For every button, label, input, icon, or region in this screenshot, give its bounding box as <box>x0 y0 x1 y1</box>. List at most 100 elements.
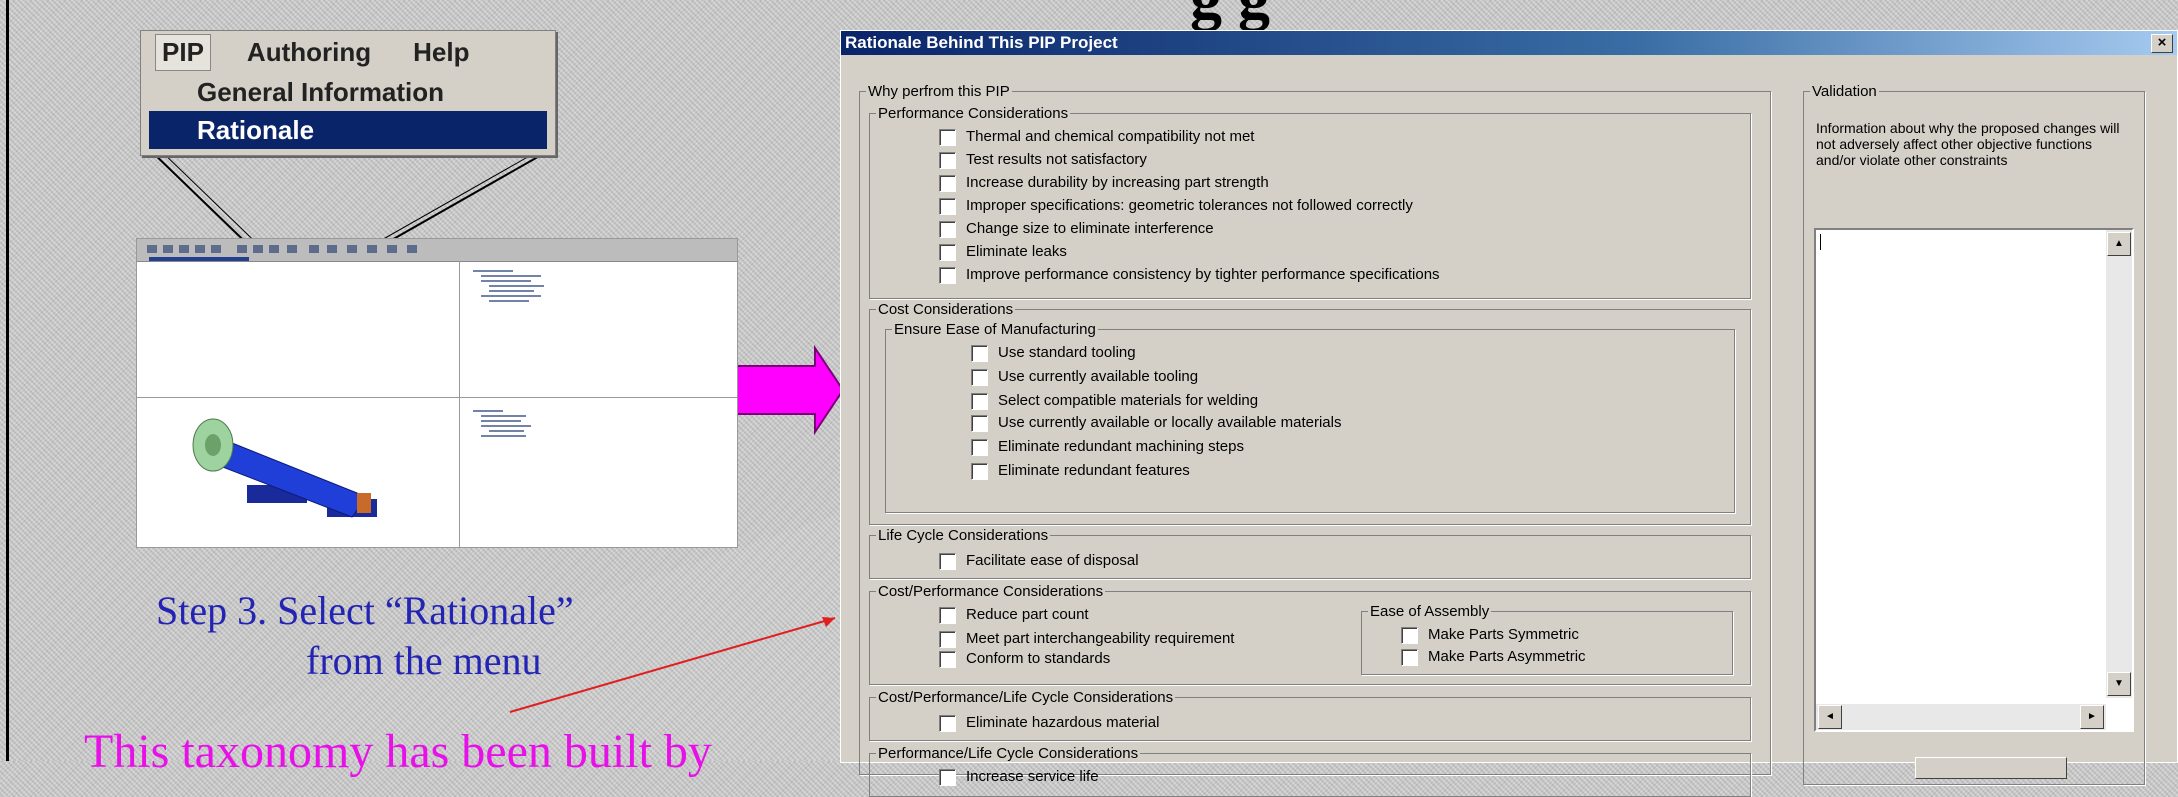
checkbox[interactable] <box>1401 626 1418 644</box>
checkbox[interactable] <box>1401 648 1418 666</box>
cb-label: Increase service life <box>966 768 1099 785</box>
step3-line2: from the menu <box>306 638 542 683</box>
cb-label: Select compatible materials for welding <box>998 392 1259 409</box>
tree-view-top <box>473 267 544 305</box>
validation-group: Validation Information about why the pro… <box>1803 83 2145 785</box>
cb-label: Use standard tooling <box>998 344 1136 361</box>
checkbox[interactable] <box>939 630 956 648</box>
cb-eliminate-leaks[interactable]: Eliminate leaks <box>939 242 1067 262</box>
vertical-scrollbar[interactable]: ▲ ▼ <box>2106 230 2132 698</box>
close-icon[interactable]: × <box>2151 34 2173 53</box>
arrow-icon <box>731 344 845 436</box>
cb-label: Eliminate leaks <box>966 243 1067 260</box>
dialog-title: Rationale Behind This PIP Project <box>845 33 1118 52</box>
cb-label: Test results not satisfactory <box>966 151 1147 168</box>
checkbox[interactable] <box>939 650 956 668</box>
menu-bar: PIP Authoring Help <box>141 31 555 73</box>
cost-performance-legend: Cost/Performance Considerations <box>878 583 1104 600</box>
cb-change-size[interactable]: Change size to eliminate interference <box>939 219 1214 239</box>
why-legend: Why perfrom this PIP <box>868 83 1010 100</box>
checkbox[interactable] <box>971 368 988 386</box>
cb-asymmetric[interactable]: Make Parts Asymmetric <box>1401 647 1586 667</box>
horizontal-scrollbar[interactable]: ◄ ► <box>1816 704 2106 730</box>
checkbox[interactable] <box>939 151 956 169</box>
pip-menu: PIP Authoring Help General Information R… <box>140 30 556 156</box>
checkbox[interactable] <box>939 174 956 192</box>
rationale-dialog: Rationale Behind This PIP Project × Why … <box>840 30 2178 797</box>
menu-item-general-information[interactable]: General Information <box>149 73 547 111</box>
perf-life-legend: Performance/Life Cycle Considerations <box>878 745 1139 762</box>
cb-service-life[interactable]: Increase service life <box>939 767 1099 787</box>
cb-standard-tooling[interactable]: Use standard tooling <box>971 343 1136 363</box>
checkbox[interactable] <box>971 462 988 480</box>
cost-legend: Cost Considerations <box>878 301 1014 318</box>
cb-hazardous-material[interactable]: Eliminate hazardous material <box>939 713 1159 733</box>
scroll-up-icon[interactable]: ▲ <box>2107 232 2131 256</box>
checkbox[interactable] <box>971 392 988 410</box>
cb-label: Conform to standards <box>966 650 1111 667</box>
cb-reduce-part-count[interactable]: Reduce part count <box>939 605 1089 625</box>
checkbox[interactable] <box>939 128 956 146</box>
app-screenshot <box>136 238 738 548</box>
checkbox[interactable] <box>939 243 956 261</box>
3d-part-model-icon <box>192 418 377 518</box>
menu-help[interactable]: Help <box>407 35 475 70</box>
taxonomy-caption: This taxonomy has been built by <box>84 725 712 778</box>
life-cycle-legend: Life Cycle Considerations <box>878 527 1049 544</box>
cb-performance-consistency[interactable]: Improve performance consistency by tight… <box>939 265 1440 285</box>
validation-legend: Validation <box>1812 83 1877 100</box>
step3-line1: Step 3. Select “Rationale” <box>156 588 574 633</box>
cb-compatible-materials[interactable]: Select compatible materials for welding <box>971 391 1258 411</box>
scroll-right-icon[interactable]: ► <box>2080 705 2104 729</box>
menu-authoring[interactable]: Authoring <box>241 35 377 70</box>
checkbox[interactable] <box>939 714 956 732</box>
checkbox[interactable] <box>939 266 956 284</box>
checkbox[interactable] <box>971 414 988 432</box>
checkbox[interactable] <box>971 438 988 456</box>
scroll-left-icon[interactable]: ◄ <box>1818 705 1842 729</box>
cb-label: Eliminate redundant machining steps <box>998 438 1244 455</box>
cb-label: Eliminate hazardous material <box>966 714 1160 731</box>
cb-label: Use currently available or locally avail… <box>998 414 1342 431</box>
cost-perf-life-legend: Cost/Performance/Life Cycle Consideratio… <box>878 689 1174 706</box>
checkbox[interactable] <box>939 552 956 570</box>
cb-redundant-features[interactable]: Eliminate redundant features <box>971 461 1190 481</box>
cb-label: Facilitate ease of disposal <box>966 552 1139 569</box>
cb-label: Improve performance consistency by tight… <box>966 266 1440 283</box>
cb-interchangeability[interactable]: Meet part interchangeability requirement <box>939 629 1234 649</box>
menu-pip[interactable]: PIP <box>155 33 211 71</box>
cb-improper-specs[interactable]: Improper specifications: geometric toler… <box>939 196 1413 216</box>
cb-durability[interactable]: Increase durability by increasing part s… <box>939 173 1269 193</box>
app-toolbar <box>137 239 737 262</box>
cb-conform-standards[interactable]: Conform to standards <box>939 649 1110 669</box>
cb-label: Use currently available tooling <box>998 368 1199 385</box>
cb-label: Change size to eliminate interference <box>966 220 1214 237</box>
cb-symmetric[interactable]: Make Parts Symmetric <box>1401 625 1579 645</box>
step3-caption: Step 3. Select “Rationale” from the menu <box>156 586 574 686</box>
cb-label: Reduce part count <box>966 606 1089 623</box>
cb-redundant-machining[interactable]: Eliminate redundant machining steps <box>971 437 1244 457</box>
checkbox[interactable] <box>939 220 956 238</box>
validation-textarea[interactable]: ▲ ▼ ◄ ► <box>1814 228 2134 732</box>
cb-test-results[interactable]: Test results not satisfactory <box>939 150 1147 170</box>
cb-label: Meet part interchangeability requirement <box>966 630 1235 647</box>
scroll-down-icon[interactable]: ▼ <box>2107 672 2131 696</box>
checkbox[interactable] <box>939 768 956 786</box>
menu-item-rationale[interactable]: Rationale <box>149 111 547 149</box>
checkbox[interactable] <box>939 197 956 215</box>
cb-label: Make Parts Asymmetric <box>1428 648 1586 665</box>
cb-local-materials[interactable]: Use currently available or locally avail… <box>971 413 1341 433</box>
dialog-button[interactable] <box>1915 757 2067 779</box>
checkbox[interactable] <box>939 606 956 624</box>
ease-of-assembly-legend: Ease of Assembly <box>1370 603 1490 620</box>
tree-view-bottom <box>473 407 543 440</box>
manufacturing-legend: Ensure Ease of Manufacturing <box>894 321 1096 338</box>
cb-label: Thermal and chemical compatibility not m… <box>966 128 1255 145</box>
cb-label: Increase durability by increasing part s… <box>966 174 1269 191</box>
cb-thermal[interactable]: Thermal and chemical compatibility not m… <box>939 127 1254 147</box>
cb-available-tooling[interactable]: Use currently available tooling <box>971 367 1198 387</box>
cb-ease-of-disposal[interactable]: Facilitate ease of disposal <box>939 551 1139 571</box>
checkbox[interactable] <box>971 344 988 362</box>
dialog-title-bar: Rationale Behind This PIP Project × <box>841 31 2177 55</box>
cb-label: Eliminate redundant features <box>998 462 1190 479</box>
